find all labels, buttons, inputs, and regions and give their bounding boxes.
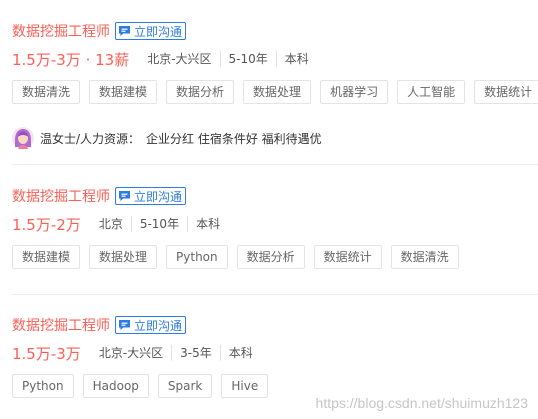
salary: 1.5万-3万 <box>12 344 81 363</box>
tag: 数据分析 <box>166 80 235 104</box>
job-title[interactable]: 数据挖掘工程师 <box>12 21 110 41</box>
chat-button-label: 立即沟通 <box>134 189 183 204</box>
tag: Python <box>166 245 228 269</box>
chat-button[interactable]: 立即沟通 <box>115 22 187 40</box>
tag: 数据建模 <box>89 80 158 104</box>
tag: Hive <box>221 374 269 398</box>
experience: 5-10年 <box>219 51 276 67</box>
tag: Python <box>12 374 74 398</box>
watermark: https://blog.csdn.net/shuimuzh123 <box>315 395 528 411</box>
recruiter-info: 温女士/人力资源： 企业分红 住宿条件好 福利待遇优 <box>12 126 322 150</box>
divider <box>12 294 538 295</box>
tag: 数据分析 <box>236 245 305 269</box>
job-title[interactable]: 数据挖掘工程师 <box>12 186 110 206</box>
job-title[interactable]: 数据挖掘工程师 <box>12 315 110 335</box>
chat-icon <box>119 26 130 36</box>
chat-button-label: 立即沟通 <box>134 318 183 333</box>
location: 北京 <box>98 217 123 231</box>
experience: 3-5年 <box>171 345 220 361</box>
tag: 人工智能 <box>397 80 466 104</box>
tag: 数据处理 <box>243 80 312 104</box>
salary: 1.5万-2万 <box>12 215 81 234</box>
tag: 数据统计 <box>313 245 382 269</box>
tag-list: 数据建模 数据处理 Python 数据分析 数据统计 数据清洗 <box>12 245 538 269</box>
avatar <box>12 127 34 149</box>
divider <box>12 164 538 165</box>
tag: 机器学习 <box>320 80 389 104</box>
job-card-3[interactable]: 数据挖掘工程师 立即沟通 1.5万-3万 北京-大兴区 3-5年 本科 Pyth… <box>12 314 538 398</box>
location: 北京-大兴区 <box>147 52 212 66</box>
chat-icon <box>119 320 130 330</box>
recruiter-benefits: 企业分红 住宿条件好 福利待遇优 <box>146 131 322 146</box>
tag: 数据建模 <box>12 245 81 269</box>
tag: 数据清洗 <box>12 80 81 104</box>
chat-icon <box>119 191 130 201</box>
tag: 数据清洗 <box>390 245 459 269</box>
tag: 数据处理 <box>89 245 158 269</box>
experience: 5-10年 <box>130 216 187 232</box>
chat-button-label: 立即沟通 <box>134 24 183 39</box>
education: 本科 <box>275 51 317 67</box>
education: 本科 <box>187 216 228 232</box>
tag: 数据统计 <box>474 80 538 104</box>
tag: Spark <box>157 374 213 398</box>
chat-button[interactable]: 立即沟通 <box>115 316 187 334</box>
location: 北京-大兴区 <box>98 346 164 360</box>
salary: 1.5万-3万 · 13薪 <box>12 50 130 69</box>
job-card-1[interactable]: 数据挖掘工程师 立即沟通 1.5万-3万 · 13薪 北京-大兴区 5-10年 … <box>12 20 538 104</box>
tag-list: 数据清洗 数据建模 数据分析 数据处理 机器学习 人工智能 数据统计 <box>12 80 538 104</box>
job-card-2[interactable]: 数据挖掘工程师 立即沟通 1.5万-2万 北京 5-10年 本科 数据建模 数据… <box>12 185 538 269</box>
chat-button[interactable]: 立即沟通 <box>115 187 187 205</box>
recruiter-name: 温女士/人力资源： <box>40 131 141 146</box>
education: 本科 <box>219 345 261 361</box>
tag: Hadoop <box>82 374 149 398</box>
